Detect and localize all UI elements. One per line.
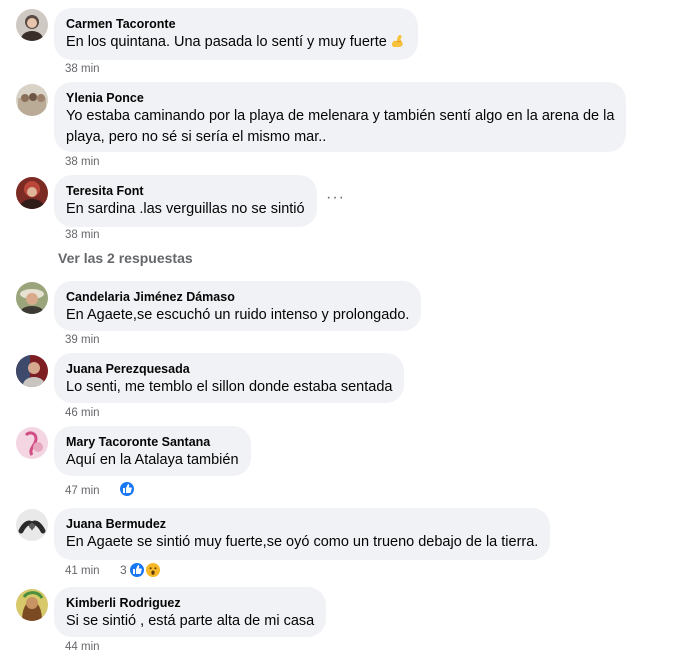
comment-text: En Agaete se sintió muy fuerte,se oyó co… (66, 534, 539, 550)
comment-author[interactable]: Juana Bermudez (66, 516, 538, 532)
avatar[interactable] (16, 427, 48, 459)
comment-timestamp[interactable]: 38 min (65, 228, 100, 242)
avatar[interactable] (16, 355, 48, 387)
comment-timestamp[interactable]: 38 min (65, 155, 100, 169)
avatar[interactable] (16, 282, 48, 314)
comment-text: En sardina .las verguillas no se sintió (66, 201, 305, 217)
like-icon[interactable] (118, 480, 136, 498)
comment-bubble: Kimberli Rodriguez Si se sintió , está p… (54, 587, 327, 637)
comment-author[interactable]: Mary Tacoronte Santana (66, 434, 239, 450)
comment-timestamp[interactable]: 39 min (65, 333, 100, 347)
comment-bubble: Teresita Font En sardina .las verguillas… (54, 175, 317, 227)
comment-text-line: En los quintana. Una pasada lo sentí y m… (66, 34, 387, 50)
flexed-biceps-icon (389, 32, 406, 49)
comment-author[interactable]: Ylenia Ponce (66, 90, 614, 106)
more-options-icon[interactable]: ··· (326, 190, 345, 206)
comment-text: Si se sintió , está parte alta de mi cas… (66, 613, 315, 629)
comment-author[interactable]: Candelaria Jiménez Dámaso (66, 289, 409, 305)
comment-text: En Agaete,se escuchó un ruido intenso y … (66, 307, 410, 323)
wow-icon[interactable] (144, 561, 162, 579)
comment-bubble: Juana Bermudez En Agaete se sintió muy f… (54, 508, 551, 560)
comment-timestamp[interactable]: 38 min (65, 62, 100, 76)
comment-bubble: Mary Tacoronte Santana Aquí en la Atalay… (54, 426, 251, 476)
comment-author[interactable]: Teresita Font (66, 183, 305, 199)
avatar[interactable] (16, 84, 48, 116)
comment-text: En los quintana. Una pasada lo sentí y m… (66, 32, 406, 53)
reaction-count[interactable]: 3 (120, 563, 127, 577)
comment-author[interactable]: Carmen Tacoronte (66, 16, 406, 32)
comment-text-line: playa, pero no sé si sería el mismo mar.… (66, 129, 327, 145)
comment-author[interactable]: Juana Perezquesada (66, 361, 392, 377)
comment-author[interactable]: Kimberli Rodriguez (66, 595, 314, 611)
comment-text: Lo senti, me temblo el sillon donde esta… (66, 379, 393, 395)
comment-bubble: Juana Perezquesada Lo senti, me temblo e… (54, 353, 405, 403)
avatar[interactable] (16, 9, 48, 41)
comment-timestamp[interactable]: 46 min (65, 406, 100, 420)
comment-bubble: Ylenia Ponce Yo estaba caminando por la … (54, 82, 627, 152)
comment-timestamp[interactable]: 47 min (65, 484, 100, 498)
avatar[interactable] (16, 589, 48, 621)
view-replies-link[interactable]: Ver las 2 respuestas (58, 250, 193, 266)
comment-bubble: Carmen Tacoronte En los quintana. Una pa… (54, 8, 418, 60)
comment-text-line: Yo estaba caminando por la playa de mele… (66, 108, 615, 124)
comments-section: Carmen Tacoronte En los quintana. Una pa… (0, 0, 679, 659)
avatar[interactable] (16, 177, 48, 209)
comment-text: Aquí en la Atalaya también (66, 452, 239, 468)
comment-timestamp[interactable]: 44 min (65, 640, 100, 654)
avatar[interactable] (16, 509, 48, 541)
comment-bubble: Candelaria Jiménez Dámaso En Agaete,se e… (54, 281, 422, 331)
comment-timestamp[interactable]: 41 min (65, 564, 100, 578)
